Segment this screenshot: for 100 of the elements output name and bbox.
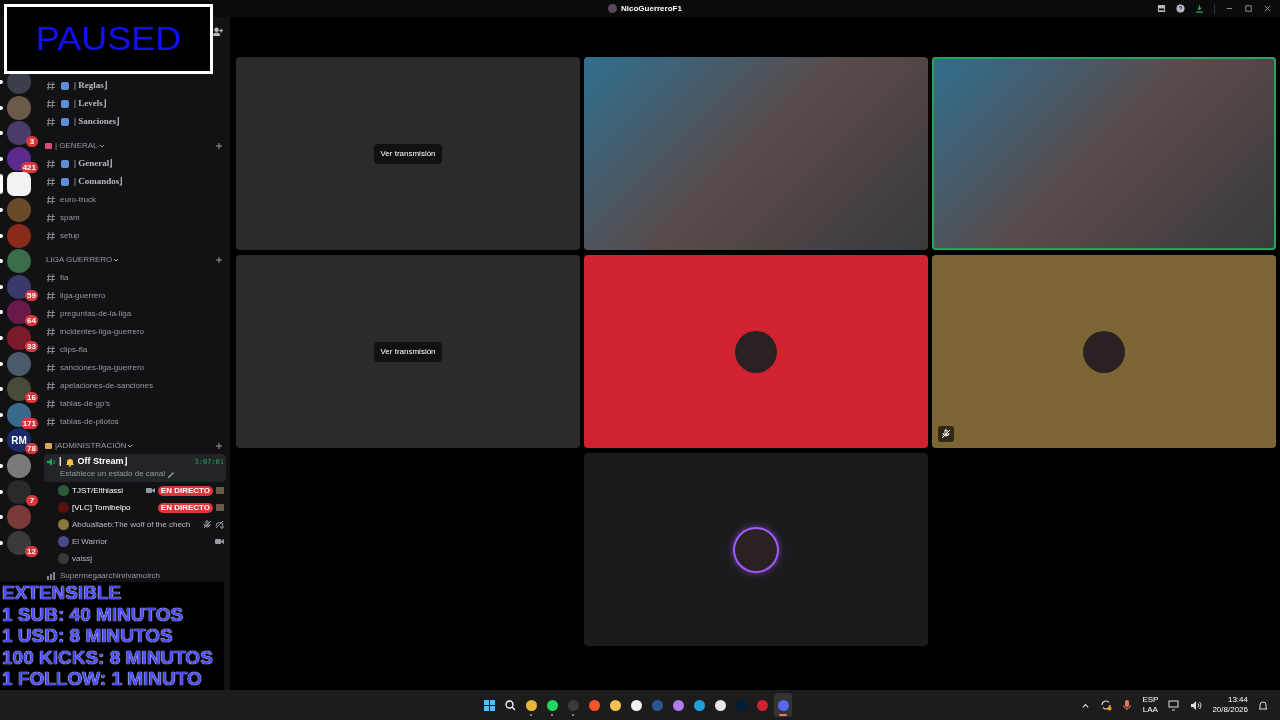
unread-indicator [0, 489, 3, 494]
language-indicator[interactable]: ESP [1142, 695, 1159, 705]
unread-indicator [0, 515, 3, 520]
channel-name[interactable]: tablas-de-gp's [60, 398, 110, 410]
user-name[interactable]: vaissj [72, 553, 92, 564]
add-channel-icon[interactable] [215, 256, 223, 264]
channel-name[interactable]: spam [60, 212, 80, 224]
server-icon[interactable] [7, 172, 31, 197]
user-name[interactable]: TJST/Elthiassi [72, 485, 124, 496]
windows-start-icon[interactable] [483, 699, 495, 711]
speaker-icon [46, 457, 56, 467]
stream-preview-thumbnail [216, 504, 224, 511]
unread-indicator [0, 335, 3, 340]
channel-name[interactable]: preguntas-de-la-liga [60, 308, 132, 320]
inbox-icon[interactable] [1157, 4, 1166, 13]
watch-stream-button[interactable]: Ver transmisión [374, 341, 442, 362]
channel-name[interactable]: | General⌋ [74, 157, 114, 171]
participant-tile[interactable] [584, 57, 928, 250]
hash-icon [46, 309, 56, 319]
category-name[interactable]: |ADMINISTRACIÓN [55, 440, 127, 452]
participant-tile[interactable] [584, 453, 928, 646]
channel-name[interactable]: | Comandos⌋ [74, 175, 124, 189]
overlay-text: 100 KICKS: 8 MINUTOS [2, 646, 214, 668]
channel-name[interactable]: | Sanciones⌋ [74, 115, 121, 129]
channel-name[interactable]: fia [60, 272, 69, 284]
hash-icon [46, 177, 56, 187]
user-avatar [58, 485, 69, 496]
user-avatar [58, 553, 69, 564]
unread-indicator [0, 207, 3, 212]
user-name[interactable]: El Warrior [72, 536, 108, 547]
paused-text: PAUSED [35, 22, 182, 56]
participant-tile[interactable] [584, 255, 928, 448]
channel-name[interactable]: | Levels⌋ [74, 97, 107, 111]
channel-name[interactable]: euro-truck [60, 194, 96, 206]
stage-channel-icon [46, 571, 56, 581]
overlay-text: 1 SUB: 40 MINUTOS [2, 603, 185, 625]
user-avatar [58, 519, 69, 530]
user-avatar [58, 536, 69, 547]
help-icon[interactable] [1176, 4, 1185, 13]
add-channel-icon[interactable] [215, 142, 223, 150]
close-icon[interactable] [1263, 4, 1272, 13]
user-avatar [735, 330, 777, 373]
user-name[interactable]: Abduallaeb:The wolf of the chech [72, 519, 191, 530]
unread-badge: 171 [20, 417, 38, 429]
unread-indicator [0, 156, 3, 161]
participant-tile[interactable]: Ver transmisión [236, 255, 580, 448]
download-icon[interactable] [1195, 4, 1204, 13]
chevron-down-icon[interactable] [112, 256, 121, 264]
camera-icon [215, 537, 224, 546]
channel-name[interactable]: liga-guerrero [60, 290, 106, 302]
channel-name: Off Stream⌋ [77, 455, 128, 469]
search-icon[interactable] [504, 699, 516, 711]
channel-name[interactable]: apelaciones-de-sanciones [60, 380, 153, 392]
active-indicator [779, 714, 787, 716]
unread-indicator [0, 438, 3, 443]
hash-icon [46, 363, 56, 373]
channel-name[interactable]: sanciones-liga-guerrero [60, 362, 145, 374]
selected-indicator [0, 174, 3, 195]
category-name[interactable]: | GENERAL [55, 140, 98, 152]
category-name[interactable]: LIGA GUERRERO [46, 254, 113, 266]
unread-badge: 12 [25, 545, 38, 557]
unread-indicator [0, 387, 3, 392]
hash-icon [46, 291, 56, 301]
unread-indicator [0, 412, 3, 417]
microphone-icon[interactable] [1122, 699, 1133, 711]
unread-indicator [0, 80, 3, 84]
user-name[interactable]: [VLC] Tomibelpo [72, 502, 131, 513]
maximize-icon[interactable] [1244, 4, 1253, 13]
speaker-icon[interactable] [1190, 699, 1203, 711]
stream-preview-thumbnail [216, 487, 224, 494]
clock-time[interactable]: 13:44 [1227, 695, 1248, 705]
participant-tile[interactable] [932, 57, 1276, 250]
category-emoji-icon [44, 141, 53, 151]
add-member-icon[interactable] [212, 26, 223, 37]
channel-name[interactable]: setup [60, 230, 80, 242]
live-badge: EN DIRECTO [157, 485, 213, 496]
participant-tile[interactable] [932, 255, 1276, 448]
participant-tile[interactable]: Ver transmisión [236, 57, 580, 250]
notification-bell-icon[interactable] [1258, 699, 1268, 711]
overlay-text: 1 FOLLOW: 1 MINUTO [2, 668, 203, 690]
channel-name[interactable]: Supermegaarchinrivamoirch [60, 570, 161, 582]
add-channel-icon[interactable] [215, 442, 223, 450]
keyboard-layout[interactable]: LAA [1142, 705, 1158, 715]
overlay-text: EXTENSIBLE [2, 582, 123, 604]
hash-icon [46, 273, 56, 283]
channel-prefix: | [59, 455, 62, 469]
channel-name[interactable]: tablas-de-pilotos [60, 416, 119, 428]
watch-stream-button[interactable]: Ver transmisión [374, 143, 442, 164]
channel-name[interactable]: incidentes-liga-guerrero [60, 326, 145, 338]
channel-name[interactable]: clips-fia [60, 344, 88, 356]
channel-name[interactable]: | Reglas⌋ [74, 79, 108, 93]
chevron-down-icon[interactable] [97, 142, 106, 150]
network-icon[interactable] [1168, 699, 1181, 711]
sync-icon[interactable] [1100, 699, 1113, 711]
unread-indicator [0, 131, 3, 136]
hash-icon [46, 81, 56, 91]
clock-date[interactable]: 20/8/2026 [1212, 705, 1248, 715]
hash-icon [46, 231, 56, 241]
unread-badge: 421 [20, 161, 38, 173]
chevron-down-icon[interactable] [126, 442, 135, 450]
